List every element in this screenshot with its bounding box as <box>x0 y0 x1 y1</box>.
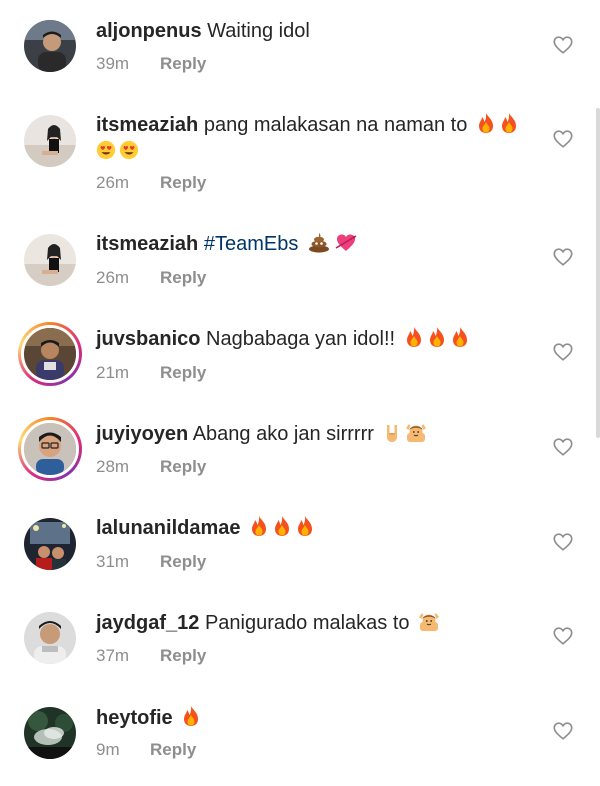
comment-username[interactable]: itsmeaziah <box>96 233 198 255</box>
comment-timestamp: 39m <box>96 54 130 73</box>
fire-emoji-icon <box>499 112 519 134</box>
comment-username[interactable]: aljonpenus <box>96 20 202 42</box>
reply-button[interactable]: Reply <box>160 268 206 287</box>
fire-emoji-icon <box>427 326 447 348</box>
comment-username[interactable]: lalunanildamae <box>96 517 241 539</box>
like-heart-icon[interactable] <box>552 625 574 647</box>
fire-emoji-icon <box>476 112 496 134</box>
avatar[interactable] <box>24 612 76 664</box>
fire-emoji-icon <box>249 515 269 537</box>
comment-username[interactable]: itsmeaziah <box>96 114 198 136</box>
comment-text: pang malakasan na naman to <box>203 114 468 136</box>
avatar-image <box>21 325 79 383</box>
avatar[interactable] <box>18 417 82 481</box>
heart-eyes-emoji-icon <box>96 139 116 161</box>
like-heart-icon[interactable] <box>552 436 574 458</box>
like-heart-icon[interactable] <box>552 34 574 56</box>
fire-emoji-icon <box>181 705 201 727</box>
heart-eyes-emoji-icon <box>119 139 139 161</box>
fire-emoji-icon <box>295 515 315 537</box>
avatar[interactable] <box>24 115 76 167</box>
avatar[interactable] <box>24 707 76 759</box>
like-heart-icon[interactable] <box>552 720 574 742</box>
like-heart-icon[interactable] <box>552 531 574 553</box>
reply-button[interactable]: Reply <box>160 173 206 192</box>
comment-timestamp: 9m <box>96 740 120 759</box>
avatar[interactable] <box>24 518 76 570</box>
comment-text: Nagbabaga yan idol!! <box>206 328 396 350</box>
comment-text: Waiting idol <box>207 20 310 42</box>
comment-timestamp: 26m <box>96 268 130 287</box>
comment-timestamp: 21m <box>96 363 130 382</box>
fire-emoji-icon <box>450 326 470 348</box>
comment-username[interactable]: juvsbanico <box>96 328 200 350</box>
fire-emoji-icon <box>404 326 424 348</box>
comment-username[interactable]: heytofie <box>96 707 173 729</box>
like-heart-icon[interactable] <box>552 246 574 268</box>
person-raising-hands-emoji-icon <box>405 421 427 443</box>
person-raising-hands-emoji-icon <box>418 610 440 632</box>
comment-username[interactable]: jaydgaf_12 <box>96 612 199 634</box>
avatar[interactable] <box>24 20 76 72</box>
poop-emoji-icon <box>307 231 331 253</box>
avatar-image <box>21 420 79 478</box>
reply-button[interactable]: Reply <box>160 363 206 382</box>
hashtag-link[interactable]: #TeamEbs <box>204 233 299 255</box>
reply-button[interactable]: Reply <box>160 552 206 571</box>
avatar[interactable] <box>24 234 76 286</box>
fire-emoji-icon <box>272 515 292 537</box>
heart-arrow-emoji-icon <box>334 231 358 253</box>
comment-timestamp: 37m <box>96 646 130 665</box>
like-heart-icon[interactable] <box>552 128 574 150</box>
scrollbar[interactable] <box>596 108 600 438</box>
reply-button[interactable]: Reply <box>150 740 196 759</box>
comment-text: Abang ako jan sirrrrr <box>192 423 374 445</box>
reply-button[interactable]: Reply <box>160 646 206 665</box>
comment-username[interactable]: juyiyoyen <box>96 423 188 445</box>
like-heart-icon[interactable] <box>552 341 574 363</box>
comment-timestamp: 31m <box>96 552 130 571</box>
reply-button[interactable]: Reply <box>160 457 206 476</box>
comment-text: Panigurado malakas to <box>204 612 410 634</box>
comment-timestamp: 28m <box>96 457 130 476</box>
avatar[interactable] <box>18 322 82 386</box>
rock-hand-emoji-icon <box>382 421 402 443</box>
comment-timestamp: 26m <box>96 173 130 192</box>
reply-button[interactable]: Reply <box>160 54 206 73</box>
